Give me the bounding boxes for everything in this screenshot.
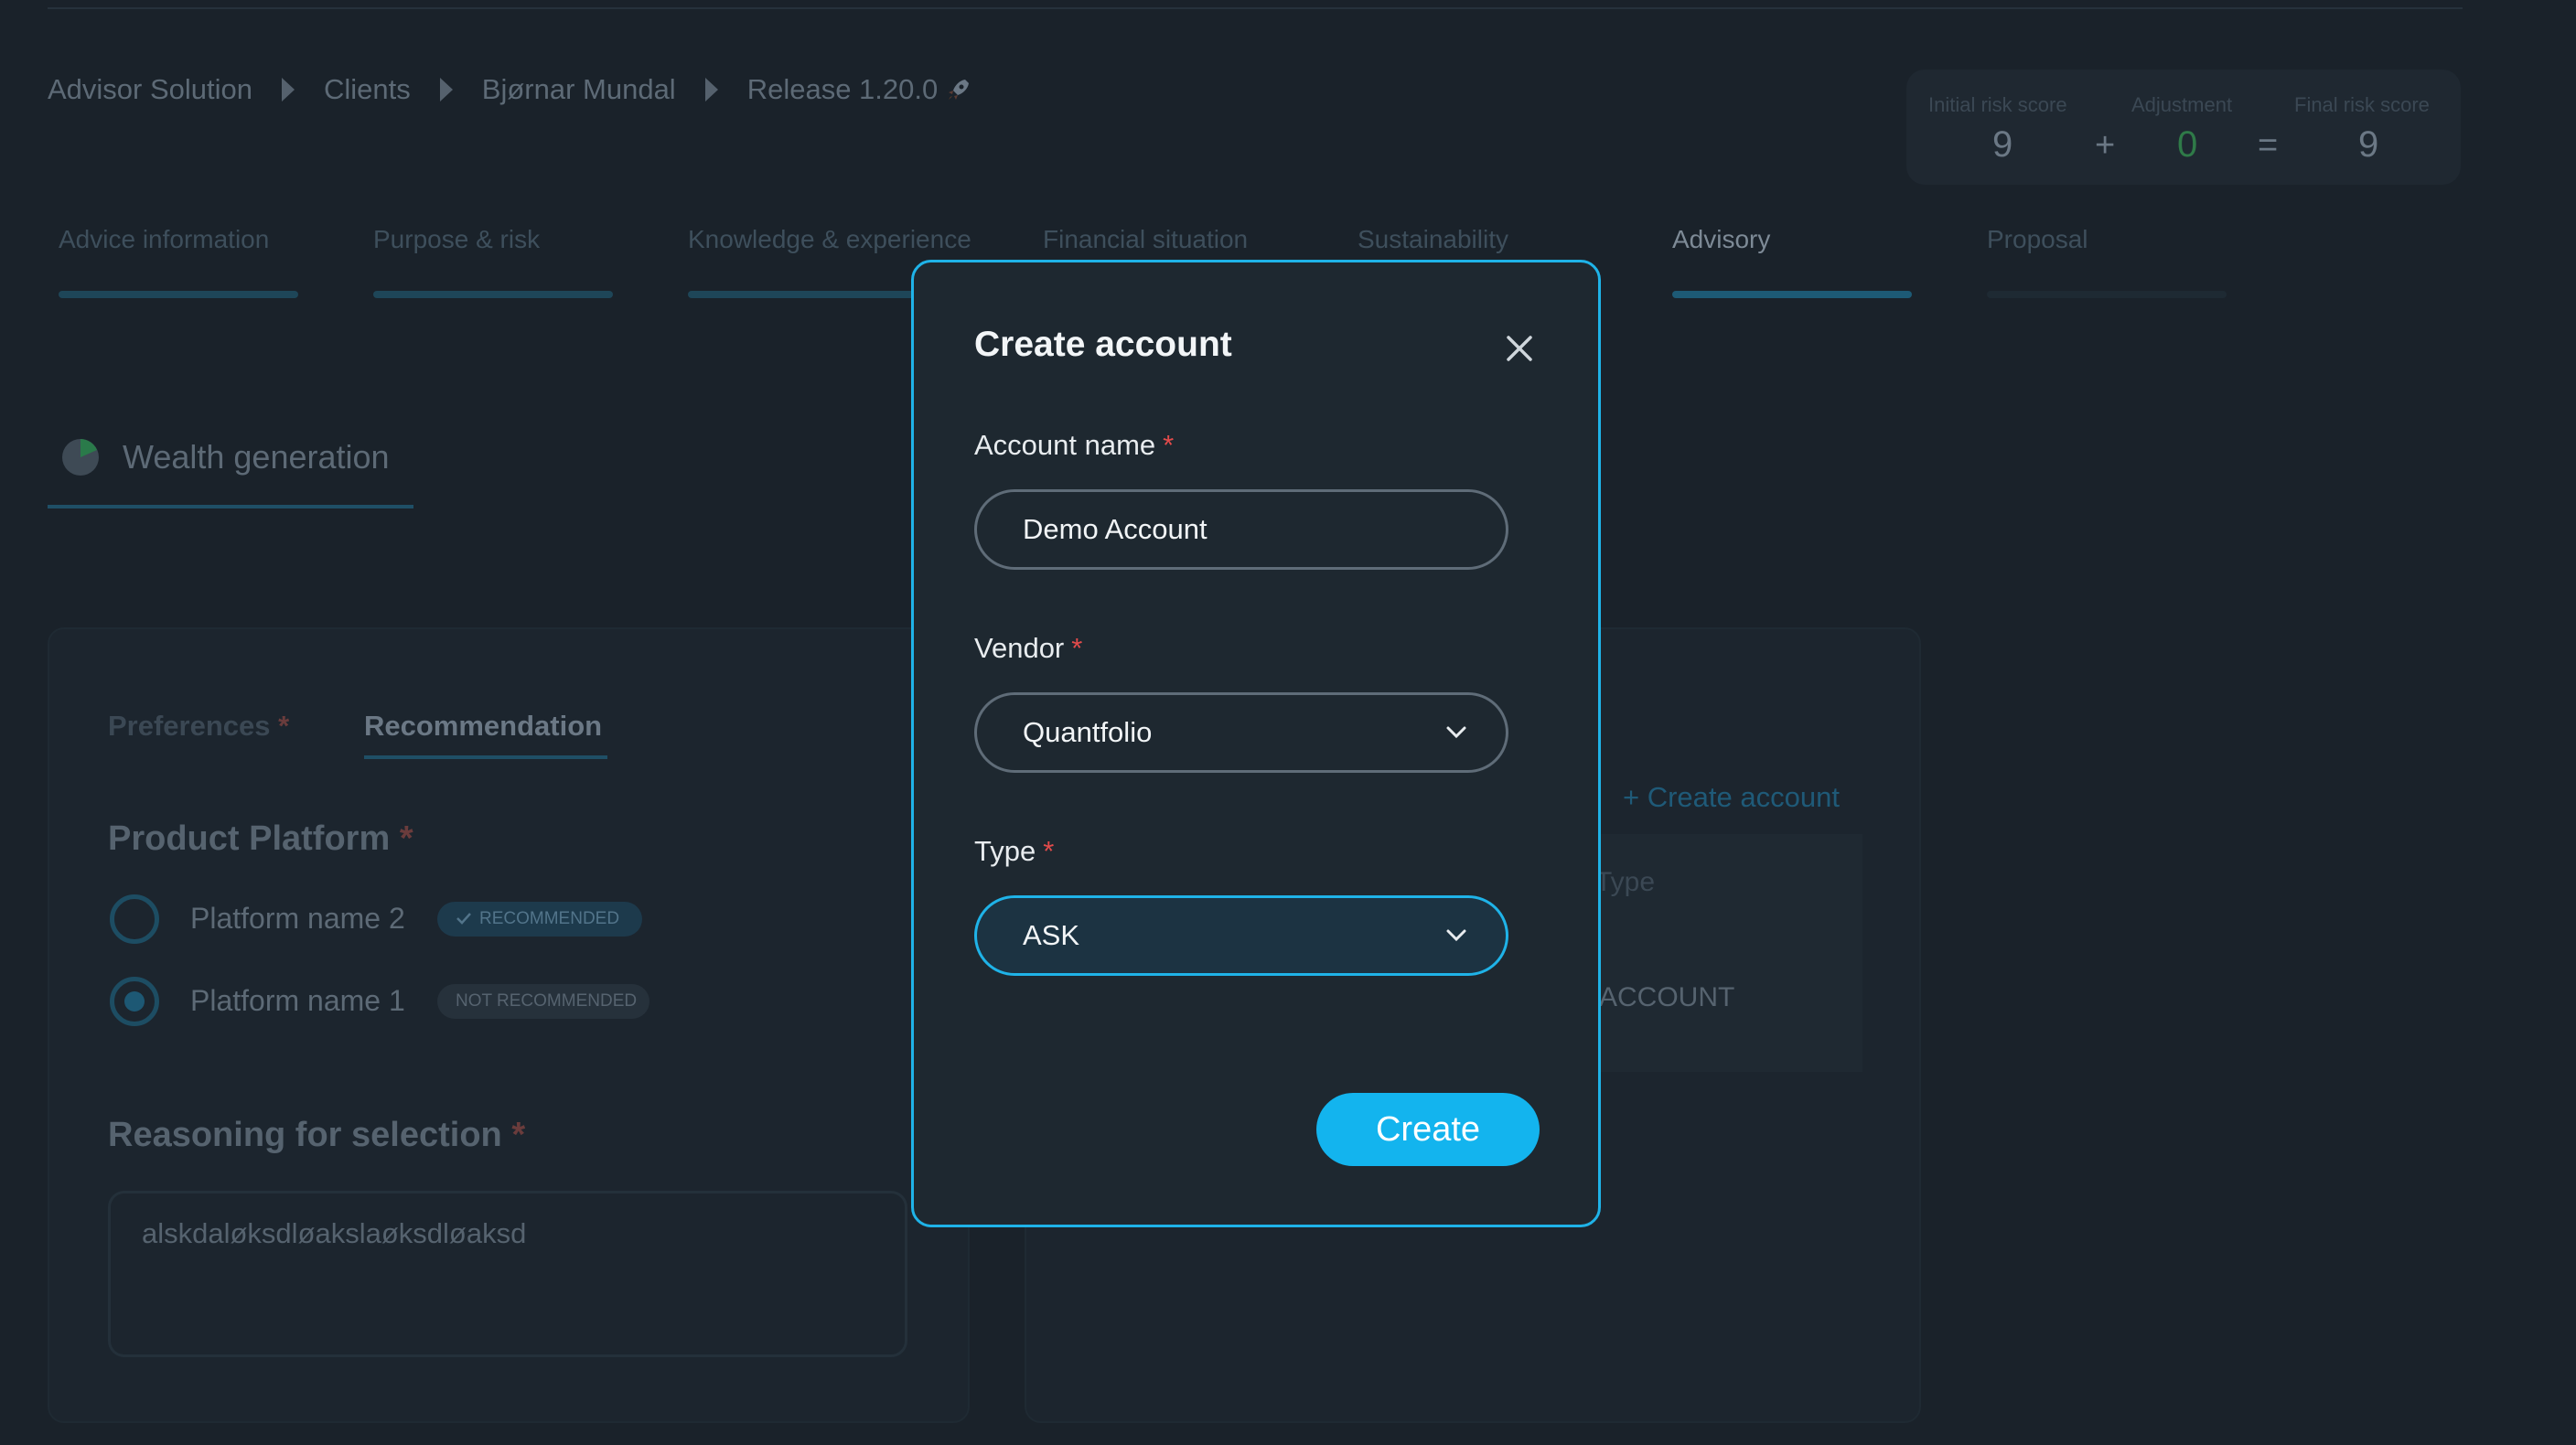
plus-sign: + bbox=[2095, 126, 2116, 165]
initial-risk-value: 9 bbox=[1992, 124, 2013, 165]
reasoning-title-text: Reasoning for selection bbox=[108, 1116, 502, 1154]
goal-header[interactable]: Wealth generation bbox=[48, 438, 390, 476]
required-mark: * bbox=[399, 819, 413, 858]
advisory-page: Advisor Solution Clients Bjørnar Mundal … bbox=[0, 0, 2576, 1445]
chevron-down-icon bbox=[1446, 929, 1466, 942]
required-mark: * bbox=[511, 1116, 526, 1154]
risk-score-panel: Initial risk score 9 + Adjustment 0 = Fi… bbox=[1906, 70, 2461, 185]
final-risk-label: Final risk score bbox=[2294, 93, 2430, 116]
platform-radio-2[interactable] bbox=[110, 894, 159, 944]
breadcrumb-release: Release 1.20.0 bbox=[746, 73, 939, 105]
vendor-label: Vendor * bbox=[974, 632, 1082, 665]
subtab-preferences[interactable]: Preferences * bbox=[108, 710, 289, 743]
pie-chart-icon bbox=[62, 439, 99, 476]
required-mark: * bbox=[1043, 835, 1055, 867]
tab-proposal[interactable]: Proposal bbox=[1987, 225, 2088, 254]
check-icon bbox=[456, 913, 471, 925]
breadcrumb-clients[interactable]: Clients bbox=[324, 73, 411, 106]
breadcrumb-separator-icon bbox=[282, 78, 295, 102]
type-label: Type * bbox=[974, 835, 1054, 868]
final-risk-value: 9 bbox=[2358, 124, 2379, 165]
goal-underline bbox=[48, 505, 413, 508]
tab-advisory[interactable]: Advisory bbox=[1672, 225, 1770, 254]
breadcrumb: Advisor Solution Clients Bjørnar Mundal … bbox=[48, 71, 972, 108]
tab-progress-bar-active bbox=[1672, 291, 1912, 298]
chevron-down-icon bbox=[1446, 726, 1466, 739]
required-mark: * bbox=[278, 710, 290, 742]
tab-knowledge-experience[interactable]: Knowledge & experience bbox=[688, 225, 971, 254]
breadcrumb-separator-icon bbox=[439, 78, 453, 102]
required-mark: * bbox=[1071, 632, 1083, 664]
adjustment-value: 0 bbox=[2177, 124, 2198, 165]
account-name-label: Account name * bbox=[974, 429, 1174, 462]
modal-title: Create account bbox=[974, 325, 1232, 364]
type-select-value: ASK bbox=[1023, 919, 1080, 951]
adjustment-label: Adjustment bbox=[2131, 93, 2233, 116]
breadcrumb-separator-icon bbox=[704, 78, 718, 102]
goal-title: Wealth generation bbox=[123, 438, 390, 476]
recommended-badge: RECOMMENDED bbox=[437, 902, 642, 937]
vendor-label-text: Vendor bbox=[974, 632, 1065, 664]
create-button[interactable]: Create bbox=[1316, 1093, 1540, 1166]
account-name-label-text: Account name bbox=[974, 429, 1156, 461]
not-recommended-badge: NOT RECOMMENDED bbox=[437, 984, 649, 1019]
breadcrumb-client-name[interactable]: Bjørnar Mundal bbox=[482, 73, 676, 106]
subtab-underline bbox=[364, 755, 607, 759]
type-label-text: Type bbox=[974, 835, 1036, 867]
tab-progress-bar bbox=[373, 291, 613, 298]
platform-label-2[interactable]: Platform name 2 bbox=[190, 902, 405, 936]
reasoning-textarea[interactable]: alskdaløksdløakslaøksdløaksd bbox=[108, 1191, 907, 1357]
tab-advice-information[interactable]: Advice information bbox=[59, 225, 269, 254]
type-select[interactable]: ASK bbox=[974, 895, 1508, 976]
required-mark: * bbox=[1163, 429, 1175, 461]
platform-radio-1[interactable] bbox=[110, 977, 159, 1026]
create-account-modal: Create account Account name * Demo Accoun… bbox=[911, 260, 1601, 1227]
subtab-recommendation[interactable]: Recommendation bbox=[364, 710, 602, 743]
accounts-type-header: Type bbox=[1595, 867, 1656, 897]
platform-label-1[interactable]: Platform name 1 bbox=[190, 984, 405, 1018]
recommended-badge-text: RECOMMENDED bbox=[479, 909, 620, 928]
subtab-preferences-label: Preferences bbox=[108, 710, 271, 742]
product-platform-title: Product Platform * bbox=[108, 819, 413, 859]
tab-progress-bar bbox=[59, 291, 298, 298]
reasoning-title: Reasoning for selection * bbox=[108, 1116, 525, 1155]
tab-sustainability[interactable]: Sustainability bbox=[1358, 225, 1508, 254]
initial-risk-label: Initial risk score bbox=[1928, 93, 2067, 116]
equals-sign: = bbox=[2258, 126, 2279, 165]
breadcrumb-advisor-solution[interactable]: Advisor Solution bbox=[48, 73, 252, 106]
close-icon[interactable] bbox=[1503, 332, 1536, 365]
vendor-select-value: Quantfolio bbox=[1023, 716, 1153, 748]
top-divider bbox=[48, 7, 2463, 9]
accounts-row-value[interactable]: ACCOUNT bbox=[1599, 982, 1734, 1013]
tab-progress-bar bbox=[1987, 291, 2227, 298]
vendor-select[interactable]: Quantfolio bbox=[974, 692, 1508, 773]
tab-purpose-risk[interactable]: Purpose & risk bbox=[373, 225, 540, 254]
rocket-icon bbox=[949, 80, 970, 100]
create-account-link[interactable]: + Create account bbox=[1623, 781, 1840, 814]
tab-progress-bar bbox=[688, 291, 928, 298]
account-name-input[interactable]: Demo Account bbox=[974, 489, 1508, 570]
product-platform-title-text: Product Platform bbox=[108, 819, 391, 858]
tab-financial-situation[interactable]: Financial situation bbox=[1043, 225, 1248, 254]
